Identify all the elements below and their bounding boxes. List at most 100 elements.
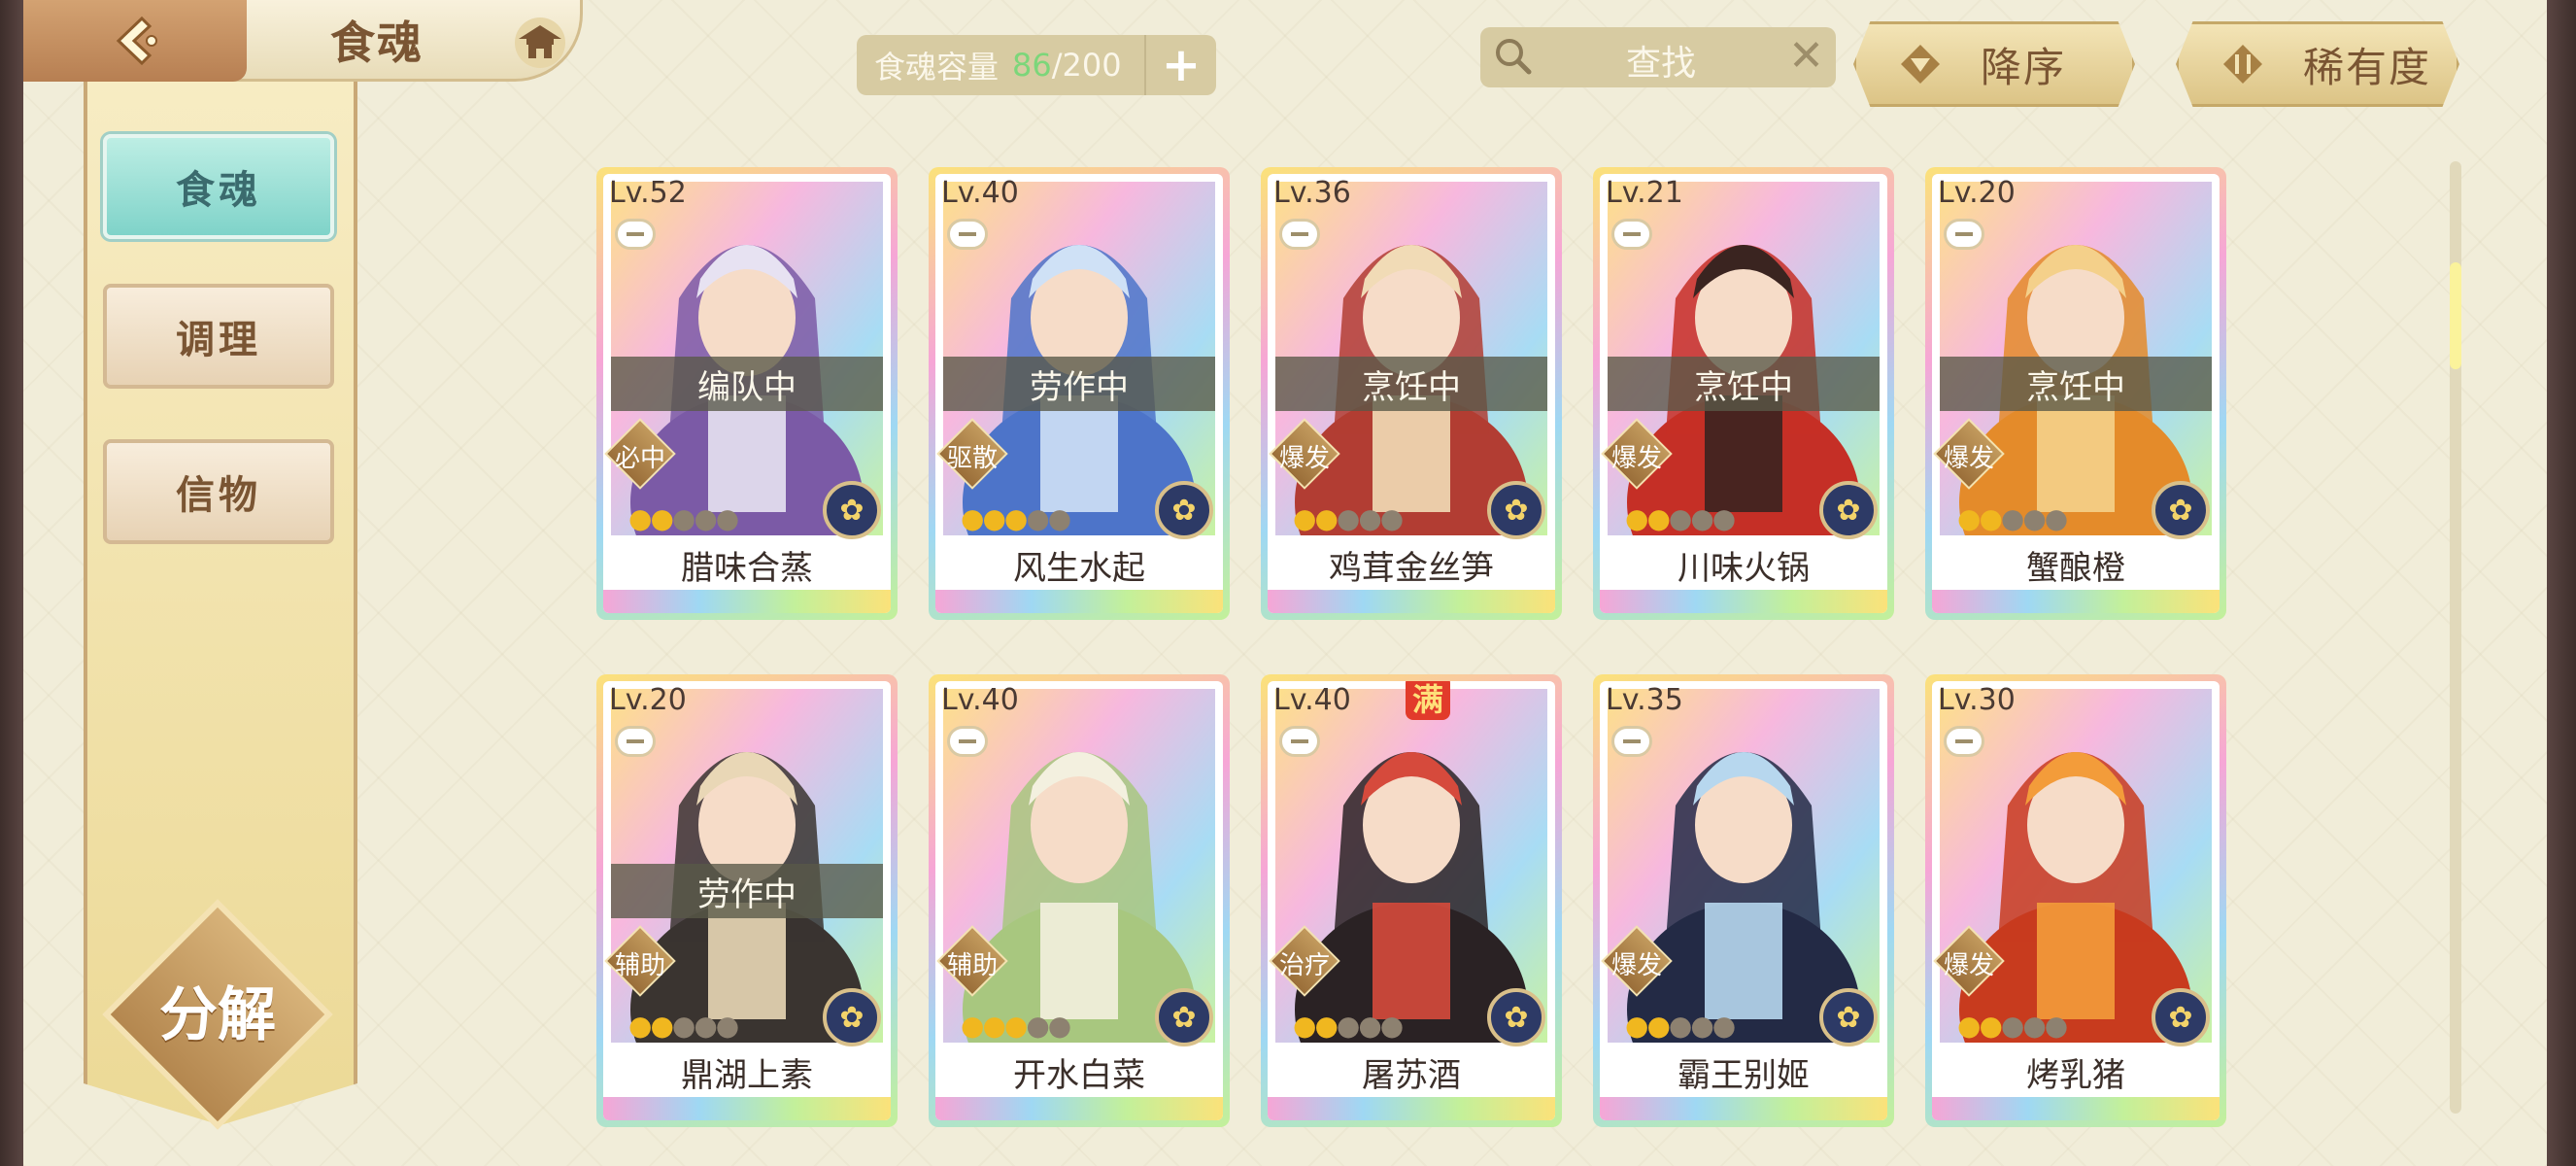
lock-toggle-icon[interactable] — [1611, 219, 1652, 250]
character-status: 烹饪中 — [1608, 357, 1880, 411]
character-card[interactable]: Lv.20 烹饪中 爆发 ●●●●● ✿ 蟹酿橙 — [1925, 167, 2226, 620]
star-filled-icon: ● — [650, 1010, 673, 1042]
role-label: 必中 — [614, 444, 665, 473]
pagoda-icon[interactable] — [505, 14, 575, 68]
role-badge: 爆发 — [1601, 925, 1673, 997]
lock-toggle-icon[interactable] — [1944, 726, 1984, 757]
capacity-add-button[interactable]: + — [1144, 35, 1216, 95]
character-level: Lv.36 — [1273, 176, 1351, 210]
star-filled-icon: ● — [1979, 1010, 2002, 1042]
search-box[interactable]: 查找 ✕ — [1480, 27, 1836, 87]
star-rating: ●●●●● — [1957, 1010, 2068, 1042]
card-bottom-border — [1268, 1097, 1555, 1120]
element-emblem-icon: ✿ — [2152, 481, 2210, 539]
character-card-inner: Lv.20 烹饪中 爆发 ●●●●● ✿ 蟹酿橙 — [1932, 174, 2220, 613]
role-badge: 辅助 — [936, 925, 1008, 997]
character-name: 蟹酿橙 — [2026, 548, 2125, 588]
character-card[interactable]: Lv.36 烹饪中 爆发 ●●●●● ✿ 鸡茸金丝笋 — [1261, 167, 1562, 620]
star-empty-icon: ● — [715, 1010, 739, 1042]
star-filled-icon: ● — [1003, 1010, 1028, 1042]
sidebar-tab-food-soul[interactable]: 食魂 — [103, 134, 334, 239]
character-level: Lv.52 — [609, 176, 687, 210]
character-card[interactable]: Lv.21 烹饪中 爆发 ●●●●● ✿ 川味火锅 — [1593, 167, 1894, 620]
character-card-inner: Lv.52 编队中 必中 ●●●●● ✿ 腊味合蒸 — [603, 174, 891, 613]
character-name: 鼎湖上素 — [681, 1055, 813, 1095]
star-empty-icon: ● — [1379, 502, 1404, 534]
sort-order-label: 降序 — [1981, 43, 2067, 91]
star-rating: ●●●●● — [1957, 502, 2068, 534]
role-badge: 治疗 — [1269, 925, 1340, 997]
star-filled-icon: ● — [628, 502, 652, 534]
role-label: 治疗 — [1278, 951, 1330, 980]
card-bottom-border — [1600, 590, 1887, 613]
character-card[interactable]: Lv.30 爆发 ●●●●● ✿ 烤乳猪 — [1925, 674, 2226, 1127]
character-level: Lv.40 — [941, 683, 1019, 717]
star-empty-icon: ● — [1358, 1010, 1381, 1042]
star-empty-icon: ● — [694, 1010, 717, 1042]
star-filled-icon: ● — [1646, 502, 1670, 534]
character-card[interactable]: Lv.40 辅助 ●●●●● ✿ 开水白菜 — [929, 674, 1230, 1127]
character-card[interactable]: Lv.40 劳作中 驱散 ●●●●● ✿ 风生水起 — [929, 167, 1230, 620]
lock-toggle-icon[interactable] — [1279, 219, 1320, 250]
star-filled-icon: ● — [1979, 502, 2002, 534]
character-card-inner: Lv.40 治疗 ●●●●● ✿ 屠苏酒 满 — [1268, 681, 1555, 1120]
star-filled-icon: ● — [650, 502, 673, 534]
star-empty-icon: ● — [2044, 502, 2068, 534]
scrollbar-thumb[interactable] — [2450, 262, 2461, 369]
element-emblem-icon: ✿ — [1487, 988, 1545, 1046]
star-filled-icon: ● — [1293, 502, 1316, 534]
sort-order-button[interactable]: 降序 — [1853, 21, 2135, 107]
lock-toggle-icon[interactable] — [1944, 219, 1984, 250]
lock-toggle-icon[interactable] — [1611, 726, 1652, 757]
lock-toggle-icon[interactable] — [615, 726, 656, 757]
rarity-sort-button[interactable]: 稀有度 — [2176, 21, 2459, 107]
star-empty-icon: ● — [2000, 502, 2024, 534]
character-card[interactable]: Lv.20 劳作中 辅助 ●●●●● ✿ 鼎湖上素 — [596, 674, 898, 1127]
star-filled-icon: ● — [982, 1010, 1005, 1042]
lock-toggle-icon[interactable] — [1279, 726, 1320, 757]
close-icon[interactable]: ✕ — [1788, 31, 1824, 81]
character-name: 川味火锅 — [1678, 548, 1810, 588]
capacity-max: /200 — [1051, 47, 1122, 84]
character-status: 烹饪中 — [1940, 357, 2212, 411]
character-name: 风生水起 — [1013, 548, 1145, 588]
element-emblem-icon: ✿ — [1155, 481, 1213, 539]
element-emblem-icon: ✿ — [1487, 481, 1545, 539]
star-empty-icon: ● — [1358, 502, 1381, 534]
back-button[interactable] — [23, 0, 247, 82]
right-frame — [2547, 0, 2576, 1166]
role-label: 驱散 — [946, 444, 998, 473]
star-filled-icon: ● — [961, 502, 984, 534]
star-filled-icon: ● — [1625, 502, 1648, 534]
max-level-badge: 满 — [1406, 681, 1450, 720]
lock-toggle-icon[interactable] — [947, 726, 988, 757]
sidebar-tab-care[interactable]: 调理 — [103, 284, 334, 389]
star-rating: ●●●●● — [961, 502, 1071, 534]
element-emblem-icon: ✿ — [1155, 988, 1213, 1046]
lock-toggle-icon[interactable] — [615, 219, 656, 250]
character-card[interactable]: Lv.52 编队中 必中 ●●●●● ✿ 腊味合蒸 — [596, 167, 898, 620]
element-emblem-icon: ✿ — [1819, 481, 1878, 539]
lock-toggle-icon[interactable] — [947, 219, 988, 250]
card-bottom-border — [603, 1097, 891, 1120]
star-empty-icon: ● — [1026, 502, 1049, 534]
star-filled-icon: ● — [1293, 1010, 1316, 1042]
search-input[interactable]: 查找 — [1626, 35, 1696, 86]
character-card[interactable]: Lv.35 爆发 ●●●●● ✿ 霸王别姬 — [1593, 674, 1894, 1127]
character-card[interactable]: Lv.40 治疗 ●●●●● ✿ 屠苏酒 满 — [1261, 674, 1562, 1127]
star-rating: ●●●●● — [1625, 502, 1736, 534]
character-level: Lv.21 — [1606, 176, 1683, 210]
rarity-sort-label: 稀有度 — [2303, 43, 2432, 91]
decompose-label[interactable]: 分解 — [132, 968, 303, 1052]
sidebar-tab-keepsake[interactable]: 信物 — [103, 439, 334, 544]
star-rating: ●●●●● — [628, 1010, 739, 1042]
character-status: 编队中 — [611, 357, 883, 411]
page-title: 食魂 — [330, 17, 424, 69]
character-name: 霸王别姬 — [1678, 1055, 1810, 1095]
star-filled-icon: ● — [1003, 502, 1028, 534]
role-badge: 爆发 — [1269, 418, 1340, 490]
character-name: 烤乳猪 — [2026, 1055, 2125, 1095]
star-rating: ●●●●● — [1293, 502, 1404, 534]
character-card-inner: Lv.36 烹饪中 爆发 ●●●●● ✿ 鸡茸金丝笋 — [1268, 174, 1555, 613]
element-emblem-icon: ✿ — [2152, 988, 2210, 1046]
